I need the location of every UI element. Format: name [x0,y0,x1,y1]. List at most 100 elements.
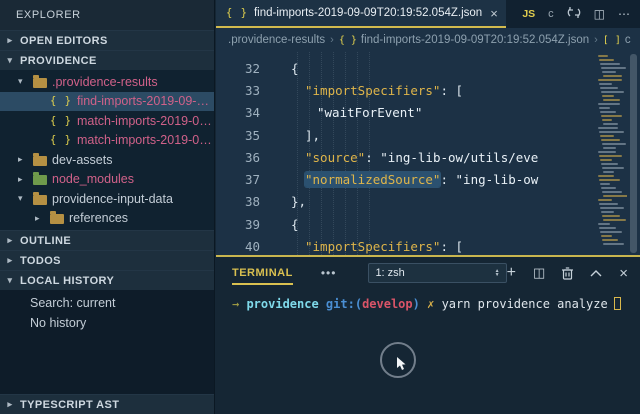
code-line[interactable]: 33"importSpecifiers": [ [216,79,640,101]
section-outline[interactable]: ▸ OUTLINE [0,230,214,250]
breadcrumb-segment[interactable]: .providence-results [228,34,325,46]
minimap-line [600,111,616,113]
tree-item[interactable]: { }match-imports-2019-09-09T... [0,111,214,131]
line-number[interactable]: 35 [216,128,278,143]
code-line[interactable]: 39 { [216,213,640,235]
minimap-line [598,79,622,81]
chevron-right-icon: ▸ [4,235,16,246]
tree-item[interactable]: ▸dev-assets [0,150,214,170]
line-content: { [291,217,299,232]
line-number[interactable]: 40 [216,239,278,254]
chevron-down-icon: ▾ [4,275,16,286]
code-line[interactable]: 36"source": "ing-lib-ow/utils/eve [216,146,640,168]
code-token: : [365,150,380,165]
breadcrumb-label: find-imports-2019-09-09T20:19:52.054Z.js… [361,34,589,46]
line-number[interactable]: 32 [216,61,278,76]
code-line[interactable]: 34"waitForEvent" [216,102,640,124]
chevron-down-icon: ▾ [4,55,16,66]
tree-item[interactable]: ▸references [0,209,214,229]
folder-icon [33,195,47,205]
sync-icon[interactable] [567,6,581,22]
local-history-search[interactable]: Search: current [0,294,214,314]
tree-item-label: providence-input-data [52,192,173,206]
tab-find-imports-json[interactable]: { } find-imports-2019-09-09T20:19:52.054… [216,0,506,28]
code-line[interactable]: 35], [216,124,640,146]
line-number[interactable]: 39 [216,217,278,232]
split-editor-icon[interactable]: ◫ [594,7,605,21]
prompt-token: ) [413,297,420,311]
terminal-panel: TERMINAL ••• 1: zsh ▲▼ + ◫ [216,255,640,414]
code-token: "ing-lib-ow/utils/eve [380,150,538,165]
chevron-right-icon: ▸ [4,399,16,410]
breadcrumb-segment[interactable]: [ ]c [603,34,631,46]
editor-scrollbar[interactable] [630,54,637,253]
breadcrumbs: .providence-results›{ }find-imports-2019… [216,28,640,52]
minimap-line [601,91,624,93]
minimap-line [603,99,620,101]
code-line[interactable]: 37 "normalizedSource": "ing-lib-ow [216,168,640,190]
prompt-token: → [232,297,246,311]
minimap-line [601,163,618,165]
breadcrumb-segment[interactable]: { }find-imports-2019-09-09T20:19:52.054Z… [339,34,589,46]
minimap-line [599,227,616,229]
maximize-panel-icon[interactable] [590,269,602,277]
code-line[interactable]: 38}, [216,191,640,213]
minimap-line [602,95,614,97]
breadcrumb-label: c [625,34,631,46]
terminal-more-icon[interactable]: ••• [321,266,337,280]
code-token: [ [456,83,464,98]
section-label: OPEN EDITORS [20,35,108,47]
tree-item[interactable]: ▸node_modules [0,170,214,190]
tree-item[interactable]: { }match-imports-2019-09-09T... [0,131,214,151]
line-content: "normalizedSource": "ing-lib-ow [305,172,538,187]
tree-item-label: references [69,211,128,225]
close-panel-icon[interactable]: × [619,265,628,282]
sidebar-title: EXPLORER [0,0,214,30]
tree-item-label: dev-assets [52,153,112,167]
new-terminal-icon[interactable]: + [507,264,516,282]
code-token: "normalizedSource" [305,172,440,187]
section-open-editors[interactable]: ▸ OPEN EDITORS [0,30,214,50]
minimap-line [601,115,622,117]
code-line[interactable]: 40 "importSpecifiers": [ [216,235,640,255]
minimap-line [602,119,612,121]
tree-item[interactable]: { }find-imports-2019-09-09T20... [0,92,214,112]
json-file-icon: { } [50,95,72,107]
code-editor[interactable]: 32{33"importSpecifiers": [34"waitForEven… [216,52,640,255]
line-number[interactable]: 38 [216,194,278,209]
editor-actions: JS c ◫ ⋯ [522,0,640,28]
line-number[interactable]: 33 [216,83,278,98]
kill-terminal-icon[interactable] [562,267,573,280]
section-todos[interactable]: ▸ TODOS [0,250,214,270]
terminal-output[interactable]: → providence git:(develop) ✗ yarn provid… [216,289,640,311]
c-badge-icon[interactable]: c [548,8,554,20]
minimap-line [602,167,624,169]
minimap-line [602,71,616,73]
line-content: "importSpecifiers": [ [305,239,463,254]
section-label: LOCAL HISTORY [20,275,114,287]
terminal-select[interactable]: 1: zsh ▲▼ [368,263,506,283]
js-badge-icon[interactable]: JS [522,8,535,20]
section-providence[interactable]: ▾ PROVIDENCE [0,50,214,70]
minimap-line [598,151,616,153]
tab-close-icon[interactable]: × [490,6,498,21]
minimap[interactable] [594,52,627,255]
chevron-down-icon: ▾ [18,193,28,204]
code-token: }, [291,194,306,209]
code-line[interactable]: 32{ [216,57,640,79]
more-actions-icon[interactable]: ⋯ [618,7,630,21]
line-number[interactable]: 37 [216,172,278,187]
folder-icon [33,78,47,88]
chevron-right-icon: ▸ [4,35,16,46]
section-typescript-ast[interactable]: ▸ TYPESCRIPT AST [0,394,214,414]
terminal-tab[interactable]: TERMINAL [232,261,293,285]
line-number[interactable]: 36 [216,150,278,165]
section-local-history[interactable]: ▾ LOCAL HISTORY [0,270,214,290]
minimap-line [601,235,612,237]
tree-item-label: match-imports-2019-09-09T... [77,133,214,147]
split-terminal-icon[interactable]: ◫ [533,265,545,281]
tree-item[interactable]: ▾ providence-input-data [0,189,214,209]
minimap-line [601,211,614,213]
line-number[interactable]: 34 [216,105,278,120]
tree-item[interactable]: ▾.providence-results [0,72,214,92]
